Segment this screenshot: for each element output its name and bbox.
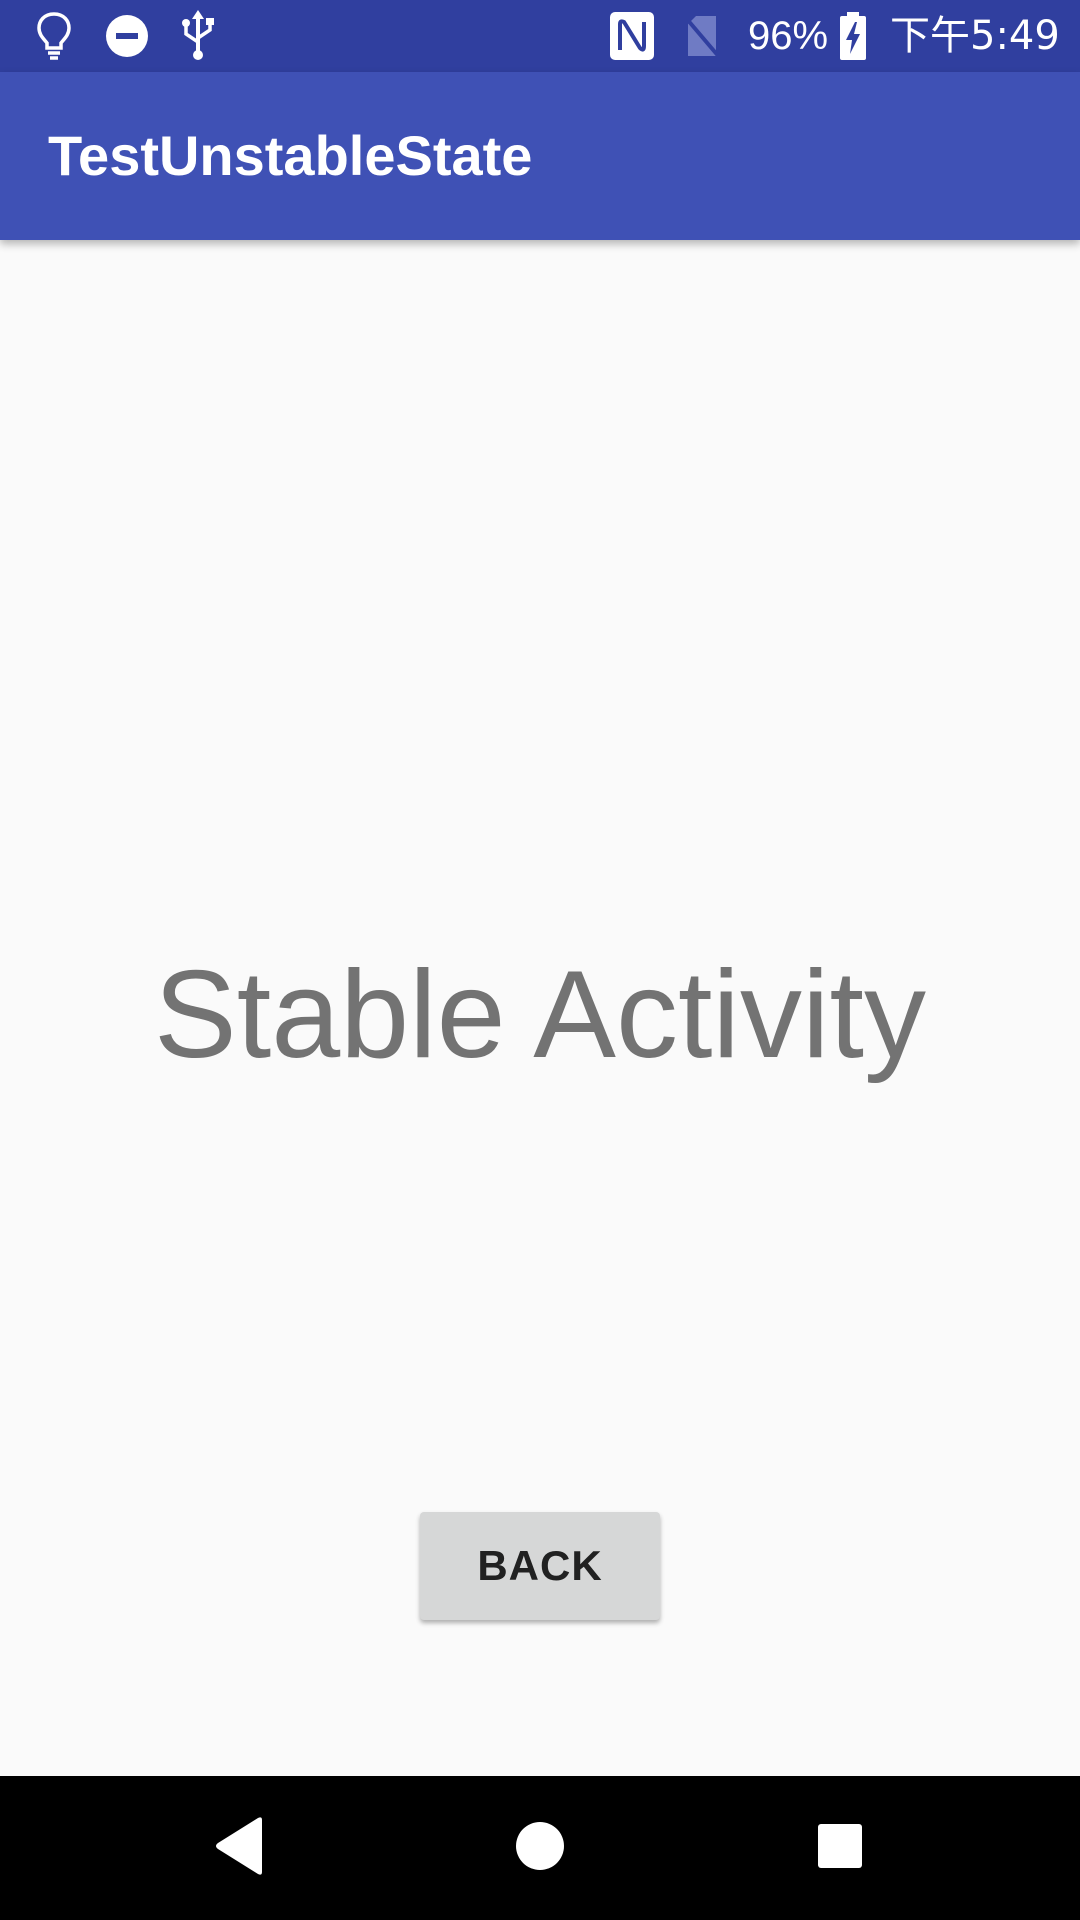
navigation-bar — [0, 1776, 1080, 1920]
nav-home-button[interactable] — [450, 1776, 630, 1920]
back-button[interactable]: BACK — [420, 1512, 660, 1620]
nav-recents-button[interactable] — [750, 1776, 930, 1920]
recents-square-icon — [816, 1822, 864, 1875]
home-circle-icon — [514, 1820, 566, 1877]
usb-icon — [178, 10, 218, 62]
nfc-icon — [608, 10, 656, 62]
no-sim-icon — [682, 10, 722, 62]
activity-heading: Stable Activity — [154, 946, 926, 1084]
app-title: TestUnstableState — [48, 124, 533, 187]
app-bar: TestUnstableState — [0, 72, 1080, 240]
screen: 96% 下午5:49 TestUnstableState Stable Acti… — [0, 0, 1080, 1920]
nav-back-button[interactable] — [150, 1776, 330, 1920]
battery-charging-icon — [838, 10, 868, 62]
do-not-disturb-icon — [104, 10, 150, 62]
battery-percent: 96% — [748, 14, 829, 58]
clock: 下午5:49 — [890, 13, 1060, 59]
status-bar: 96% 下午5:49 — [0, 0, 1080, 72]
back-triangle-icon — [212, 1816, 268, 1881]
lightbulb-icon — [36, 10, 72, 62]
